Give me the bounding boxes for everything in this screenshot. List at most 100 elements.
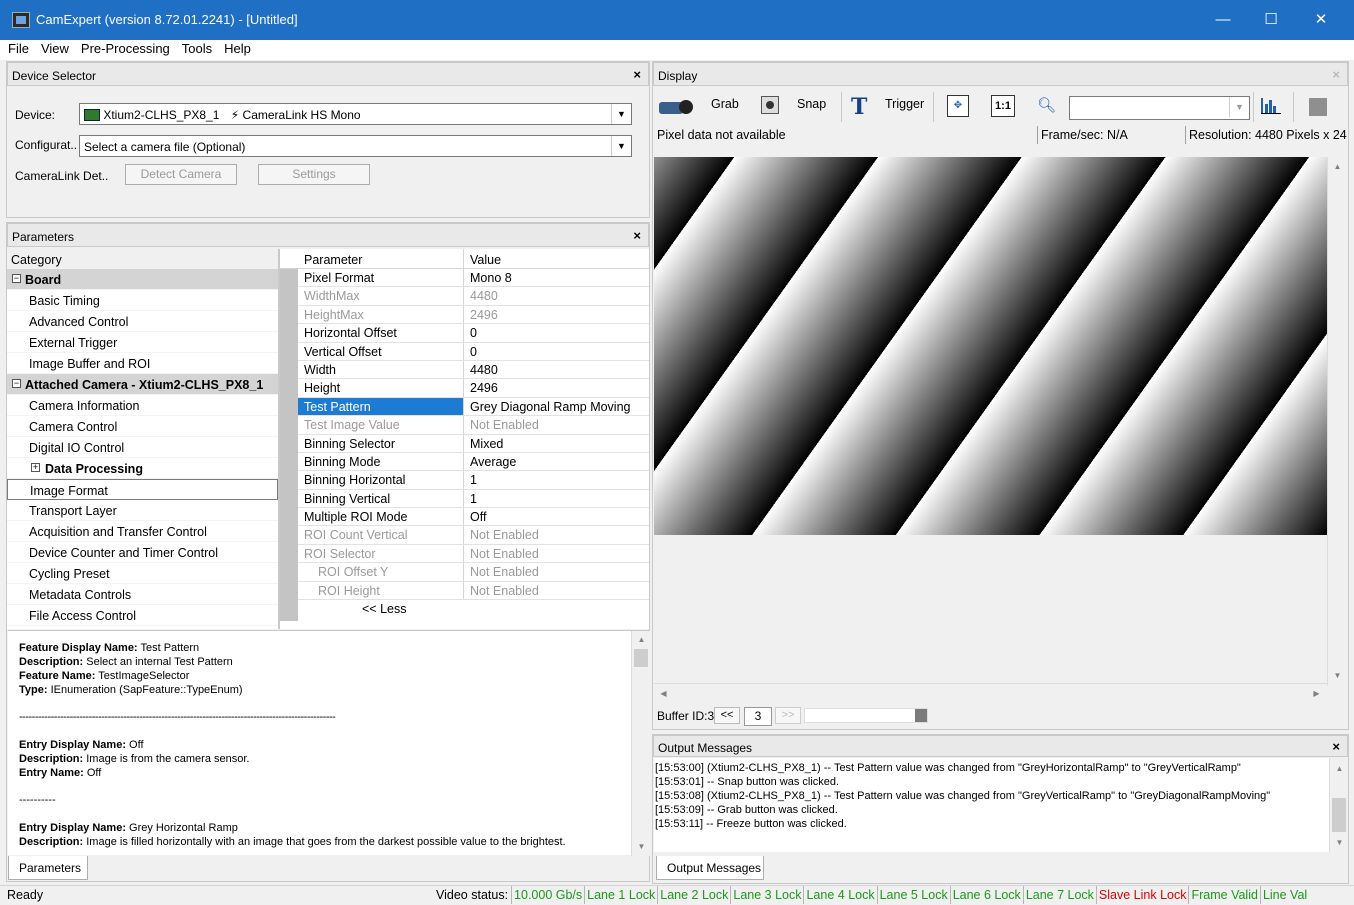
grab-button[interactable]: Grab — [711, 97, 739, 111]
grid-rows: Pixel Format Mono 8 WidthMax 4480 HeightMa… — [298, 269, 649, 601]
param-row-binning-selector[interactable]: Binning Selector Mixed — [298, 434, 649, 453]
param-row-multiple-roi-mode[interactable]: Multiple ROI Mode Off — [298, 508, 649, 527]
param-row-height[interactable]: Height 2496 — [298, 379, 649, 398]
display-hscrollbar[interactable]: ◀ ▶ — [654, 683, 1327, 703]
display-vscrollbar[interactable]: ▲ ▼ — [1327, 157, 1347, 686]
scroll-thumb[interactable] — [1332, 798, 1346, 832]
category-item[interactable]: Transport Layer — [7, 500, 278, 521]
snap-icon[interactable] — [761, 96, 779, 114]
buffer-prev-button[interactable]: << — [714, 707, 740, 724]
menu-help[interactable]: Help — [216, 40, 255, 56]
config-combo[interactable]: Select a camera file (Optional) ▼ — [79, 135, 632, 157]
output-scrollbar[interactable]: ▲ ▼ — [1329, 758, 1348, 852]
resolution-status: Resolution: 4480 Pixels x 2496 — [1189, 128, 1347, 142]
parameters-close-icon[interactable]: × — [633, 228, 641, 243]
lane-2-lock: Lane 2 Lock — [657, 886, 730, 904]
stop-icon[interactable] — [1309, 98, 1327, 116]
settings-button[interactable]: Settings — [258, 164, 370, 185]
category-item[interactable]: Device Counter and Timer Control — [7, 542, 278, 563]
grab-camera-icon[interactable] — [659, 94, 695, 118]
minimize-button[interactable]: — — [1198, 0, 1248, 40]
buffer-next-button[interactable]: >> — [775, 707, 801, 724]
snap-button[interactable]: Snap — [797, 97, 826, 111]
scroll-up-icon[interactable]: ▲ — [633, 631, 650, 648]
detect-camera-button[interactable]: Detect Camera — [125, 164, 237, 185]
scroll-down-icon[interactable]: ▼ — [1331, 834, 1348, 851]
chevron-down-icon[interactable]: ▼ — [1229, 97, 1249, 117]
category-item[interactable]: File Access Control — [7, 605, 278, 626]
category-item[interactable]: Camera Information — [7, 395, 278, 416]
param-row-horizontal-offset[interactable]: Horizontal Offset 0 — [298, 324, 649, 343]
zoom-icon[interactable]: 🔍︎ — [1037, 96, 1056, 114]
display-close-icon[interactable]: × — [1332, 67, 1340, 82]
device-selector-close-icon[interactable]: × — [633, 67, 641, 82]
link-speed: 10.000 Gb/s — [511, 886, 584, 904]
actual-size-button[interactable]: 1:1 — [991, 95, 1015, 117]
param-row-width[interactable]: Width 4480 — [298, 360, 649, 380]
menu-tools[interactable]: Tools — [174, 40, 216, 56]
feature-description: Feature Display Name: Test Pattern Descr… — [8, 630, 650, 856]
category-tree: Category − Board Basic Timing Advanced C… — [7, 249, 278, 629]
category-item[interactable]: Metadata Controls — [7, 584, 278, 605]
menu-pre-processing[interactable]: Pre-Processing — [73, 40, 174, 56]
expand-icon[interactable]: + — [31, 463, 40, 472]
parameter-header: Parameter — [280, 249, 464, 268]
param-row-pixel-format[interactable]: Pixel Format Mono 8 — [298, 269, 649, 288]
scroll-down-icon[interactable]: ▼ — [1329, 667, 1346, 684]
scroll-right-icon[interactable]: ▶ — [1308, 685, 1325, 702]
description-scrollbar[interactable]: ▲ ▼ — [631, 631, 650, 856]
trigger-button[interactable]: Trigger — [885, 97, 924, 111]
category-item[interactable]: Acquisition and Transfer Control — [7, 521, 278, 542]
category-item[interactable]: External Trigger — [7, 332, 278, 353]
fit-to-screen-icon[interactable]: ✥ — [947, 95, 969, 117]
histogram-icon[interactable] — [1259, 96, 1283, 116]
chevron-down-icon[interactable]: ▼ — [611, 104, 631, 124]
menu-file[interactable]: File — [0, 40, 33, 56]
param-row-binning-mode[interactable]: Binning Mode Average — [298, 452, 649, 472]
category-board[interactable]: − Board — [7, 269, 278, 290]
category-item[interactable]: Cycling Preset — [7, 563, 278, 584]
camera-icon: ⚡ — [230, 108, 240, 122]
value-header: Value — [470, 253, 502, 267]
pixel-data-status: Pixel data not available — [657, 128, 786, 142]
image-canvas[interactable] — [654, 157, 1327, 535]
scroll-thumb[interactable] — [634, 649, 648, 667]
video-status-label: Video status: — [436, 888, 509, 902]
trigger-icon[interactable]: T — [851, 94, 867, 120]
chevron-down-icon[interactable]: ▼ — [611, 136, 631, 156]
category-item[interactable]: Basic Timing — [7, 290, 278, 311]
scroll-up-icon[interactable]: ▲ — [1331, 760, 1348, 777]
category-item[interactable]: Image Buffer and ROI — [7, 353, 278, 374]
param-row-binning-vertical[interactable]: Binning Vertical 1 — [298, 489, 649, 509]
scroll-down-icon[interactable]: ▼ — [633, 838, 650, 855]
fps-status: Frame/sec: N/A — [1041, 128, 1128, 142]
grid-gutter — [280, 269, 298, 621]
buffer-slider-thumb[interactable] — [915, 709, 927, 722]
param-row-test-pattern[interactable]: Test Pattern Grey Diagonal Ramp Moving — [298, 397, 649, 417]
menu-view[interactable]: View — [33, 40, 73, 56]
param-row-binning-horizontal[interactable]: Binning Horizontal 1 — [298, 471, 649, 490]
buffer-id-input[interactable]: 3 — [744, 707, 772, 726]
line-valid: Line Val — [1259, 886, 1309, 904]
display-title: Display — [658, 69, 698, 83]
category-item[interactable]: Advanced Control — [7, 311, 278, 332]
collapse-icon[interactable]: − — [12, 274, 21, 283]
category-data-processing[interactable]: + Data Processing — [7, 458, 278, 479]
close-button[interactable]: ✕ — [1296, 0, 1346, 40]
tab-output-messages[interactable]: Output Messages — [656, 856, 764, 880]
less-link[interactable]: << Less — [362, 602, 649, 616]
scroll-left-icon[interactable]: ◀ — [655, 685, 672, 702]
device-combo[interactable]: Xtium2-CLHS_PX8_1 ⚡ CameraLink HS Mono ▼ — [79, 103, 632, 125]
zoom-combo[interactable]: ▼ — [1069, 96, 1250, 120]
category-item-selected[interactable]: Image Format — [7, 479, 278, 500]
category-item[interactable]: Camera Control — [7, 416, 278, 437]
maximize-button[interactable]: ☐ — [1246, 0, 1296, 40]
buffer-slider[interactable] — [804, 708, 928, 723]
param-row-vertical-offset[interactable]: Vertical Offset 0 — [298, 342, 649, 361]
scroll-up-icon[interactable]: ▲ — [1329, 158, 1346, 175]
category-attached-camera[interactable]: − Attached Camera - Xtium2-CLHS_PX8_1 — [7, 374, 278, 395]
collapse-icon[interactable]: − — [12, 379, 21, 388]
category-item[interactable]: Digital IO Control — [7, 437, 278, 458]
output-close-icon[interactable]: × — [1332, 739, 1340, 754]
tab-parameters[interactable]: Parameters — [8, 856, 88, 880]
